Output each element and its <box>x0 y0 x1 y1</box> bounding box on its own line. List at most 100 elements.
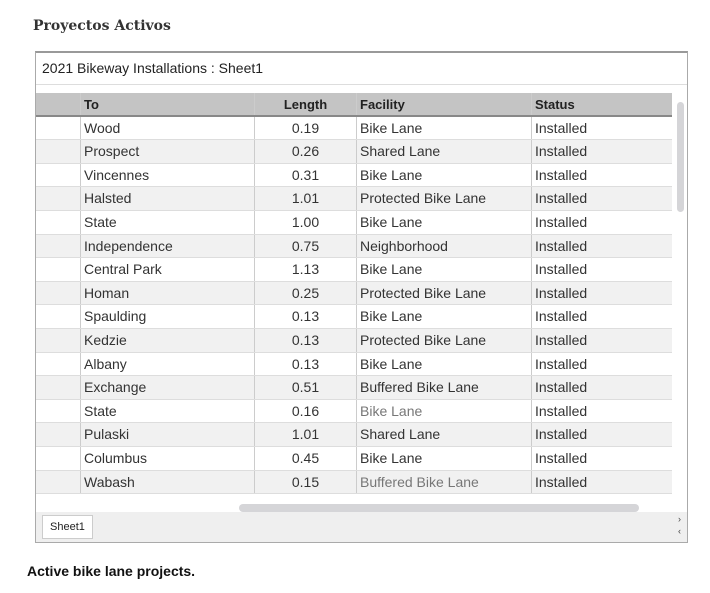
to-cell[interactable]: Vincennes <box>81 163 255 187</box>
facility-cell[interactable]: Shared Lane <box>357 423 532 446</box>
length-cell[interactable]: 0.19 <box>255 116 357 140</box>
row-number-cell[interactable] <box>36 187 81 210</box>
status-cell[interactable]: Installed <box>532 329 669 352</box>
status-cell[interactable]: Installed <box>532 282 669 305</box>
facility-cell[interactable]: Bike Lane <box>357 305 532 328</box>
status-cell[interactable]: Installed <box>532 400 669 423</box>
status-cell[interactable]: Installed <box>532 164 669 187</box>
status-cell[interactable]: Installed <box>532 423 669 446</box>
status-cell[interactable]: Installed <box>532 211 669 234</box>
header-row: To Length Facility Status <box>36 93 672 117</box>
status-cell[interactable]: Installed <box>532 376 669 399</box>
column-header-facility[interactable]: Facility <box>357 93 532 115</box>
length-cell[interactable]: 0.51 <box>255 376 357 399</box>
to-cell[interactable]: Exchange <box>81 376 255 399</box>
length-cell[interactable]: 0.15 <box>255 470 357 494</box>
length-cell[interactable]: 0.13 <box>255 352 357 376</box>
length-cell[interactable]: 1.13 <box>255 258 357 281</box>
horizontal-scrollbar[interactable] <box>239 504 639 512</box>
page-title: Proyectos Activos <box>33 18 171 34</box>
column-header-status[interactable]: Status <box>532 93 669 115</box>
length-cell[interactable]: 1.01 <box>255 423 357 446</box>
length-cell[interactable]: 1.00 <box>255 210 357 234</box>
facility-cell[interactable]: Bike Lane <box>357 163 532 187</box>
facility-cell[interactable]: Shared Lane <box>357 140 532 163</box>
row-number-cell[interactable] <box>36 305 81 328</box>
scroll-right-icon[interactable]: › <box>678 514 681 524</box>
facility-cell[interactable]: Bike Lane <box>357 399 532 423</box>
to-cell[interactable]: Wood <box>81 116 255 140</box>
to-cell[interactable]: Prospect <box>81 140 255 163</box>
table-row: Independence 0.75 Neighborhood Installed <box>36 234 672 259</box>
status-cell[interactable]: Installed <box>532 471 669 494</box>
to-cell[interactable]: Central Park <box>81 258 255 281</box>
caption: Active bike lane projects. <box>27 563 196 579</box>
to-cell[interactable]: Independence <box>81 234 255 258</box>
to-cell[interactable]: State <box>81 210 255 234</box>
row-number-cell[interactable] <box>36 281 81 305</box>
facility-cell[interactable]: Protected Bike Lane <box>357 281 532 305</box>
row-number-cell[interactable] <box>36 399 81 423</box>
facility-cell[interactable]: Bike Lane <box>357 210 532 234</box>
column-header-to[interactable]: To <box>81 93 255 115</box>
length-cell[interactable]: 0.26 <box>255 140 357 163</box>
to-cell[interactable]: Pulaski <box>81 423 255 446</box>
facility-cell[interactable]: Bike Lane <box>357 446 532 470</box>
vertical-scrollbar[interactable] <box>677 102 684 212</box>
row-number-cell[interactable] <box>36 140 81 163</box>
to-cell[interactable]: Homan <box>81 281 255 305</box>
row-header-corner <box>36 93 81 115</box>
table-row: Wabash 0.15 Buffered Bike Lane Installed <box>36 470 672 495</box>
row-number-cell[interactable] <box>36 376 81 399</box>
scroll-left-icon[interactable]: ‹ <box>678 526 681 536</box>
facility-cell[interactable]: Neighborhood <box>357 234 532 258</box>
row-number-cell[interactable] <box>36 352 81 376</box>
length-cell[interactable]: 0.45 <box>255 446 357 470</box>
facility-cell[interactable]: Bike Lane <box>357 352 532 376</box>
status-cell[interactable]: Installed <box>532 140 669 163</box>
facility-cell[interactable]: Bike Lane <box>357 258 532 281</box>
row-number-cell[interactable] <box>36 470 81 494</box>
length-cell[interactable]: 0.75 <box>255 234 357 258</box>
to-cell[interactable]: Kedzie <box>81 328 255 352</box>
status-cell[interactable]: Installed <box>532 187 669 210</box>
to-cell[interactable]: Wabash <box>81 470 255 494</box>
table-row: Wood 0.19 Bike Lane Installed <box>36 116 672 141</box>
to-cell[interactable]: Albany <box>81 352 255 376</box>
row-number-cell[interactable] <box>36 234 81 258</box>
to-cell[interactable]: State <box>81 399 255 423</box>
to-cell[interactable]: Spaulding <box>81 305 255 328</box>
row-number-cell[interactable] <box>36 446 81 470</box>
length-cell[interactable]: 0.25 <box>255 281 357 305</box>
facility-cell[interactable]: Buffered Bike Lane <box>357 470 532 494</box>
table-row: State 0.16 Bike Lane Installed <box>36 399 672 424</box>
status-cell[interactable]: Installed <box>532 235 669 258</box>
length-cell[interactable]: 0.16 <box>255 399 357 423</box>
row-number-cell[interactable] <box>36 210 81 234</box>
facility-cell[interactable]: Buffered Bike Lane <box>357 376 532 399</box>
status-cell[interactable]: Installed <box>532 353 669 376</box>
to-cell[interactable]: Halsted <box>81 187 255 210</box>
status-cell[interactable]: Installed <box>532 447 669 470</box>
row-number-cell[interactable] <box>36 328 81 352</box>
table-row: Halsted 1.01 Protected Bike Lane Installed <box>36 187 672 211</box>
data-grid: To Length Facility Status Wood 0.19 Bike L… <box>36 93 672 495</box>
facility-cell[interactable]: Bike Lane <box>357 116 532 140</box>
row-number-cell[interactable] <box>36 258 81 281</box>
length-cell[interactable]: 0.13 <box>255 305 357 328</box>
facility-cell[interactable]: Protected Bike Lane <box>357 187 532 210</box>
row-number-cell[interactable] <box>36 163 81 187</box>
status-cell[interactable]: Installed <box>532 117 669 140</box>
status-cell[interactable]: Installed <box>532 258 669 281</box>
facility-cell[interactable]: Protected Bike Lane <box>357 328 532 352</box>
table-row: Vincennes 0.31 Bike Lane Installed <box>36 163 672 188</box>
to-cell[interactable]: Columbus <box>81 446 255 470</box>
row-number-cell[interactable] <box>36 423 81 446</box>
sheet-tab-sheet1[interactable]: Sheet1 <box>42 515 93 539</box>
length-cell[interactable]: 1.01 <box>255 187 357 210</box>
column-header-length[interactable]: Length <box>255 93 357 115</box>
length-cell[interactable]: 0.31 <box>255 163 357 187</box>
row-number-cell[interactable] <box>36 116 81 140</box>
status-cell[interactable]: Installed <box>532 305 669 328</box>
length-cell[interactable]: 0.13 <box>255 328 357 352</box>
